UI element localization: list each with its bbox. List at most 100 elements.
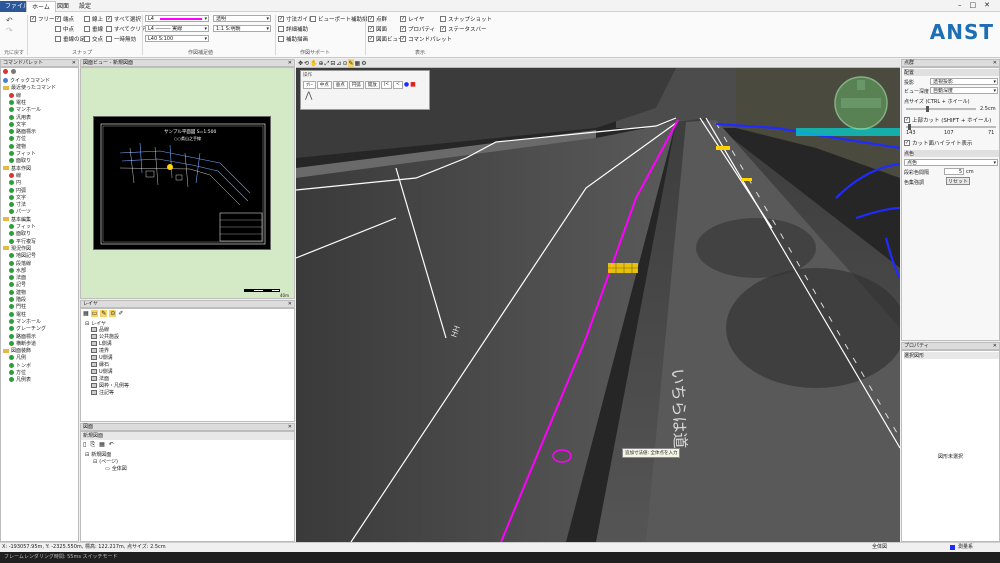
command-item[interactable]: 文字 xyxy=(9,194,26,201)
snap-end-button[interactable]: 垂点 xyxy=(332,81,348,89)
layer-item[interactable]: 注記等 xyxy=(91,389,114,396)
command-item[interactable]: 汎用表 xyxy=(9,114,31,121)
command-item[interactable]: 円弧 xyxy=(9,187,26,194)
depth-select[interactable]: 自動深度 xyxy=(930,87,998,94)
prev-button[interactable]: < xyxy=(393,81,403,89)
snap-perp[interactable]: 垂線 xyxy=(84,25,103,33)
add-layer-icon[interactable]: ▦ xyxy=(83,310,89,317)
drawing-tab[interactable]: 新規図面 xyxy=(81,432,294,440)
command-item[interactable]: 門柱 xyxy=(9,303,26,310)
snap-arc-button[interactable]: 円弧 xyxy=(348,81,364,89)
drawing-page[interactable]: ⊟ (ページ) xyxy=(93,458,118,466)
command-item[interactable]: 方位 xyxy=(9,369,26,376)
close-icon[interactable]: ✕ xyxy=(993,60,997,67)
support-viewport-draw[interactable]: ビューポート補助描画 xyxy=(310,15,373,23)
layer-item[interactable]: 図枠・凡例等 xyxy=(91,382,129,389)
command-group[interactable]: 基本作図 xyxy=(3,165,31,172)
thin-input[interactable]: 5 xyxy=(944,168,964,175)
point-cloud-viewport[interactable]: HH いちらは道 操作 ﾌﾘｰ 中点 垂点 円弧 開放 |< < ● ■ ⋀ 追… xyxy=(296,68,900,542)
command-item[interactable]: 水部 xyxy=(9,267,26,274)
command-item[interactable]: マンホール xyxy=(9,318,41,325)
new-page-icon[interactable]: ▯ xyxy=(83,441,86,449)
display-drawing[interactable]: ✓ 図面 xyxy=(368,25,387,33)
tab-settings[interactable]: 設定 xyxy=(74,1,96,12)
command-item[interactable]: 階段 xyxy=(9,296,26,303)
snap-select-all[interactable]: ✓ すべて選択 xyxy=(106,15,141,23)
layer-item[interactable]: U側溝 xyxy=(91,368,113,375)
layer-item[interactable]: 縁石 xyxy=(91,361,109,368)
scale-combo[interactable]: L40 S:100 xyxy=(145,35,209,42)
floating-snap-window[interactable]: 操作 ﾌﾘｰ 中点 垂点 円弧 開放 |< < ● ■ ⋀ xyxy=(300,70,430,110)
command-group[interactable]: 現況作図 xyxy=(3,245,31,252)
command-item[interactable]: マンホール xyxy=(9,106,41,113)
support-detail[interactable]: 詳細補助 xyxy=(278,25,308,33)
color-select[interactable]: 点色 xyxy=(904,159,998,166)
command-item[interactable]: 面取り xyxy=(9,230,31,237)
snap-mid-button[interactable]: 中点 xyxy=(316,81,332,89)
command-item[interactable]: 方位 xyxy=(9,135,26,142)
red-square-icon[interactable]: ■ xyxy=(410,81,416,89)
command-item[interactable]: 線 xyxy=(9,92,21,99)
close-icon[interactable]: ✕ xyxy=(72,60,76,67)
support-dimension-guide[interactable]: ✓ 寸法ガイド xyxy=(278,15,314,23)
command-item[interactable]: 建物 xyxy=(9,143,26,150)
layer-item[interactable]: 公共施設 xyxy=(91,333,119,340)
window-controls[interactable]: –□✕ xyxy=(958,1,998,9)
display-statusbar[interactable]: ✓ ステータスバー xyxy=(440,25,487,33)
camera-icon[interactable]: ⊙ xyxy=(342,59,347,67)
undo-icon[interactable]: ↶ xyxy=(109,441,114,449)
command-item[interactable]: 電柱 xyxy=(9,311,26,318)
snap-intersection[interactable]: 交点 xyxy=(84,35,103,43)
command-item[interactable]: 横断歩道 xyxy=(9,340,36,347)
fit-icon[interactable]: ⤢ xyxy=(325,59,330,67)
opacity-combo[interactable]: 透明 xyxy=(213,15,271,22)
command-item[interactable]: 電柱 xyxy=(9,99,26,106)
snap-icon[interactable]: ✎ xyxy=(348,59,354,67)
grid-icon[interactable]: ▦ xyxy=(355,59,361,67)
snap-free[interactable]: ✓ フリー xyxy=(30,15,55,23)
close-icon[interactable]: ✕ xyxy=(288,301,292,308)
measure-icon[interactable]: ⊿ xyxy=(336,59,341,67)
display-snapshot[interactable]: スナップショット xyxy=(440,15,492,23)
layer-item[interactable]: 品線 xyxy=(91,326,109,333)
display-command-palette[interactable]: ✓ コマンドパレット xyxy=(400,35,452,43)
snap-disable[interactable]: 一時無効 xyxy=(106,35,136,43)
projection-select[interactable]: 透視投影 xyxy=(930,78,998,85)
layer-item[interactable]: 境界 xyxy=(91,347,109,354)
display-drawing-view[interactable]: ✓ 図面ビュー xyxy=(368,35,404,43)
settings-icon[interactable]: ⚙ xyxy=(361,59,366,67)
close-icon[interactable]: ✕ xyxy=(288,60,292,67)
section-icon[interactable]: ⊟ xyxy=(330,59,335,67)
command-item[interactable]: 路面標示 xyxy=(9,128,36,135)
pan-icon[interactable]: ✋ xyxy=(310,59,317,67)
snap-free-button[interactable]: ﾌﾘｰ xyxy=(303,81,316,89)
cut-slider[interactable] xyxy=(906,124,996,130)
display-property[interactable]: ✓ プロパティ xyxy=(400,25,435,33)
command-item[interactable]: 路面標示 xyxy=(9,333,36,340)
close-icon[interactable]: ✕ xyxy=(993,343,997,350)
edit-icon[interactable]: ✐ xyxy=(118,310,123,317)
layer-item[interactable]: U側溝 xyxy=(91,354,113,361)
blue-dot-icon[interactable]: ● xyxy=(404,81,409,89)
tab-drawing[interactable]: 図面 xyxy=(52,1,74,12)
drawing-leaf[interactable]: ▭ 全体図 xyxy=(105,465,127,473)
command-item[interactable]: グレーチング xyxy=(9,325,46,332)
command-item[interactable]: 凡例 xyxy=(9,354,26,361)
snap-online[interactable]: 線上 xyxy=(84,15,103,23)
command-item[interactable]: クイックコマンド xyxy=(3,77,50,84)
first-button[interactable]: |< xyxy=(380,81,393,89)
line-color-combo[interactable]: L4 xyxy=(145,15,209,22)
command-item[interactable]: フィット xyxy=(9,150,36,157)
snap-open-button[interactable]: 開放 xyxy=(364,81,380,89)
command-item[interactable]: 線 xyxy=(9,172,21,179)
command-item[interactable]: 凡例表 xyxy=(9,376,31,383)
layer-item[interactable]: L側溝 xyxy=(91,340,112,347)
point-size-slider[interactable] xyxy=(906,106,976,112)
table-icon[interactable]: ▦ xyxy=(99,441,105,449)
display-layer[interactable]: ✓ レイヤ xyxy=(400,15,424,23)
layer-item[interactable]: 法面 xyxy=(91,375,109,382)
reset-button[interactable]: リセット xyxy=(946,177,970,185)
drawing-view[interactable]: サンプル平面図 S=1:500 ○○県山之手線 40m xyxy=(80,67,295,299)
command-item[interactable]: 平行複写 xyxy=(9,238,36,245)
display-pointcloud[interactable]: ✓ 点群 xyxy=(368,15,387,23)
